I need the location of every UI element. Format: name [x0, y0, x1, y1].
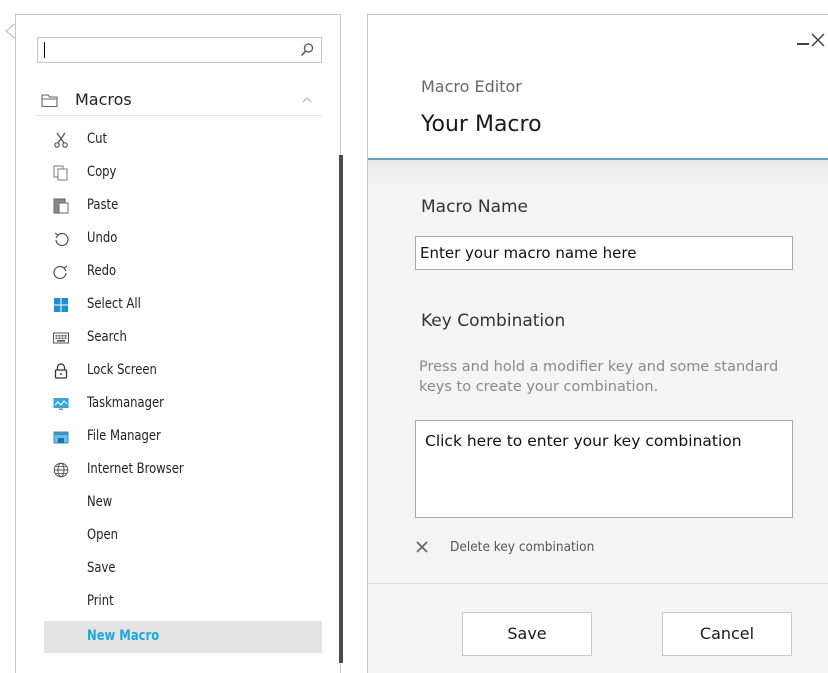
macro-item-label: Paste [87, 197, 119, 213]
editor-title: Your Macro [421, 112, 542, 137]
search-icon[interactable] [299, 42, 315, 58]
file-manager-icon [53, 431, 69, 444]
minimize-icon [797, 43, 809, 45]
lock-icon [54, 363, 68, 379]
macro-item-label: New [87, 494, 113, 510]
macro-name-label: Macro Name [421, 197, 529, 217]
macros-group-header[interactable]: Macros [38, 89, 314, 113]
macro-item-label: Select All [87, 296, 141, 312]
key-combination-field[interactable]: Click here to enter your key combination [415, 420, 793, 518]
key-combination-label: Key Combination [421, 311, 566, 331]
macro-item-label: Taskmanager [87, 395, 164, 411]
macro-item-undo[interactable]: Undo [44, 223, 322, 255]
macro-item-label: Cut [87, 131, 107, 147]
macro-item-label: New Macro [87, 628, 160, 644]
editor-header: Macro Editor Your Macro [368, 15, 828, 158]
macro-list-panel: Macros Cut Copy Paste Undo Redo Select A… [15, 14, 343, 673]
key-combination-placeholder: Click here to enter your key combination [425, 432, 742, 450]
macro-item-label: Print [87, 593, 114, 609]
close-icon[interactable] [809, 29, 827, 49]
text-caret [44, 42, 45, 58]
macros-group-label: Macros [75, 90, 132, 109]
editor-subtitle: Macro Editor [421, 77, 522, 96]
macro-item-search[interactable]: Search [44, 322, 322, 354]
copy-icon [53, 165, 68, 181]
macro-item-label: Internet Browser [87, 461, 184, 477]
close-icon [416, 541, 428, 553]
save-button[interactable]: Save [462, 612, 592, 656]
macro-item-open[interactable]: Open [44, 520, 322, 552]
macro-name-input[interactable] [415, 236, 793, 270]
macro-item-label: Open [87, 527, 118, 543]
macro-item-label: Save [87, 560, 116, 576]
list-scrollbar[interactable] [339, 155, 343, 663]
macro-item-copy[interactable]: Copy [44, 157, 322, 189]
macro-item-taskmanager[interactable]: Taskmanager [44, 388, 322, 420]
macro-item-label: Undo [87, 230, 118, 246]
group-divider [37, 115, 322, 116]
macro-item-lock-screen[interactable]: Lock Screen [44, 355, 322, 387]
macro-item-file-manager[interactable]: File Manager [44, 421, 322, 453]
undo-icon [54, 232, 69, 247]
cancel-button[interactable]: Cancel [662, 612, 792, 656]
macro-item-save[interactable]: Save [44, 553, 322, 585]
keyboard-icon [53, 332, 69, 344]
select-all-icon [54, 298, 68, 312]
macro-item-print[interactable]: Print [44, 586, 322, 618]
folder-icon [41, 94, 58, 108]
macro-item-label: Copy [87, 164, 117, 180]
macro-item-new-macro[interactable]: New Macro [44, 621, 322, 653]
macro-item-new[interactable]: New [44, 487, 322, 519]
macro-editor-dialog: Macro Editor Your Macro Macro Name Key C… [367, 14, 828, 673]
macro-item-redo[interactable]: Redo [44, 256, 322, 288]
monitor-chart-icon [53, 398, 69, 410]
redo-icon [53, 265, 68, 280]
key-combination-help: Press and hold a modifier key and some s… [419, 359, 779, 395]
macro-item-select-all[interactable]: Select All [44, 289, 322, 321]
header-shadow [368, 160, 828, 190]
chevron-up-icon[interactable] [302, 96, 312, 104]
delete-key-combination-label: Delete key combination [450, 539, 595, 555]
globe-icon [53, 462, 69, 478]
macro-item-label: File Manager [87, 428, 161, 444]
search-input[interactable] [37, 37, 322, 63]
macro-item-label: Lock Screen [87, 362, 157, 378]
macro-item-label: Search [87, 329, 127, 345]
macro-item-paste[interactable]: Paste [44, 190, 322, 222]
macro-item-internet-browser[interactable]: Internet Browser [44, 454, 322, 486]
scissors-icon [54, 132, 68, 148]
paste-icon [53, 198, 69, 214]
macro-item-cut[interactable]: Cut [44, 124, 322, 156]
macro-item-label: Redo [87, 263, 117, 279]
